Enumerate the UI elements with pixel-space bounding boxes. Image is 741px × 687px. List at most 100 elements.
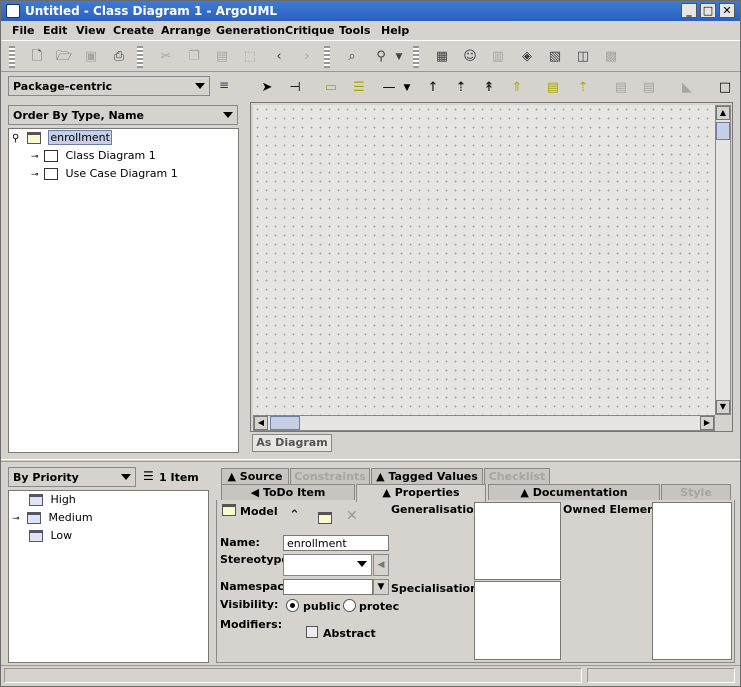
scroll-right-icon[interactable]: ▶: [700, 416, 714, 430]
new-sequence-diagram-icon[interactable]: ▧: [545, 47, 565, 67]
generalisations-list[interactable]: [474, 502, 561, 580]
order-select[interactable]: Order By Type, Name: [8, 105, 238, 125]
association-icon[interactable]: —: [379, 78, 399, 98]
namespace-dropdown-icon[interactable]: ▼: [373, 579, 389, 595]
todo-priority-low[interactable]: Low: [29, 528, 72, 544]
tree-node-usecase-diagram[interactable]: ⊸ Use Case Diagram 1: [31, 166, 178, 182]
open-folder-icon[interactable]: 🗁: [54, 47, 74, 67]
name-field[interactable]: enrollment: [283, 535, 389, 551]
dependency-icon[interactable]: ⇡: [451, 78, 471, 98]
visibility-public-radio[interactable]: [286, 599, 299, 612]
visibility-label: Visibility:: [220, 598, 279, 611]
menu-view[interactable]: View: [76, 24, 106, 37]
todo-priority-medium[interactable]: ⊸ Medium: [12, 510, 93, 526]
new-class-diagram-icon[interactable]: ▦: [432, 47, 452, 67]
tab-constraints[interactable]: Constraints: [290, 468, 370, 484]
tab-style[interactable]: Style: [661, 484, 731, 500]
tab-todo-item[interactable]: ◀ ToDo Item: [221, 484, 355, 500]
minimize-button[interactable]: _: [681, 3, 697, 18]
new-activity-diagram-icon[interactable]: ◈: [517, 47, 537, 67]
save-icon[interactable]: ▣: [81, 47, 101, 67]
todo-sort-select[interactable]: By Priority: [8, 467, 136, 487]
new-usecase-diagram-icon[interactable]: ☺: [460, 47, 480, 67]
menu-arrange[interactable]: Arrange: [161, 24, 211, 37]
new-interface-icon[interactable]: ▤: [543, 78, 563, 98]
package-icon: [26, 132, 41, 144]
rectangle-icon[interactable]: □: [715, 78, 735, 98]
menu-help[interactable]: Help: [381, 24, 409, 37]
tab-label: Style: [680, 486, 712, 499]
perspective-select[interactable]: Package-centric: [8, 76, 210, 96]
owned-elements-list[interactable]: [652, 502, 732, 660]
menu-create[interactable]: Create: [113, 24, 154, 37]
add-attribute-icon[interactable]: ▤: [611, 78, 631, 98]
paste-icon[interactable]: ▤: [212, 47, 232, 67]
tree-expand-icon[interactable]: ⚲: [12, 133, 19, 144]
tab-source[interactable]: ▲ Source: [221, 468, 289, 484]
cut-icon[interactable]: ✂: [156, 47, 176, 67]
diagram-horizontal-scrollbar[interactable]: ◀ ▶: [253, 415, 715, 431]
new-file-icon[interactable]: 🗋: [27, 47, 47, 67]
scroll-down-icon[interactable]: ▼: [716, 400, 730, 414]
tree-node-class-diagram[interactable]: ⊸ Class Diagram 1: [31, 148, 156, 164]
horizontal-splitter[interactable]: [1, 459, 740, 462]
app-icon: [6, 4, 20, 18]
new-deployment-diagram-icon[interactable]: ▩: [601, 47, 621, 67]
association-dropdown-icon[interactable]: ▼: [397, 78, 417, 98]
diagram-vertical-scrollbar[interactable]: ▲ ▼: [715, 105, 731, 415]
back-icon[interactable]: ‹: [269, 47, 289, 67]
stereotype-select[interactable]: [283, 554, 372, 576]
remove-from-diagram-icon[interactable]: ⬚: [240, 47, 260, 67]
tab-as-diagram[interactable]: As Diagram: [252, 434, 332, 452]
diagram-canvas[interactable]: [253, 105, 715, 415]
generalization-icon[interactable]: ↑: [423, 78, 443, 98]
select-arrow-icon[interactable]: ➤: [257, 78, 277, 98]
todo-priority-high[interactable]: High: [29, 492, 76, 508]
add-operation-icon[interactable]: ▤: [639, 78, 659, 98]
close-button[interactable]: ✕: [719, 3, 735, 18]
menu-tools[interactable]: Tools: [339, 24, 370, 37]
tab-label: Properties: [394, 486, 460, 499]
broom-icon[interactable]: ⊣: [285, 78, 305, 98]
maximize-button[interactable]: □: [700, 3, 716, 18]
print-icon[interactable]: ⎙: [109, 47, 129, 67]
vertical-scroll-thumb[interactable]: [716, 122, 730, 140]
copy-icon[interactable]: ❐: [184, 47, 204, 67]
menu-edit[interactable]: Edit: [43, 24, 67, 37]
menu-critique[interactable]: Critique: [285, 24, 334, 37]
new-state-diagram-icon[interactable]: ▥: [488, 47, 508, 67]
todo-list-icon: ☰: [143, 469, 154, 483]
new-package-icon[interactable]: ▭: [321, 78, 341, 98]
window-title: Untitled - Class Diagram 1 - ArgoUML: [25, 4, 278, 18]
zoom-icon[interactable]: ⚲: [371, 47, 391, 67]
forward-icon[interactable]: ›: [297, 47, 317, 67]
specialisations-list[interactable]: [474, 581, 561, 660]
tab-tagged-values[interactable]: ▲ Tagged Values: [371, 468, 483, 484]
namespace-field[interactable]: [283, 579, 373, 595]
navigate-up-icon[interactable]: ⌃: [289, 509, 300, 522]
tree-node-enrollment[interactable]: ⚲ enrollment: [12, 130, 112, 146]
usage-icon[interactable]: ↟: [479, 78, 499, 98]
comment-icon[interactable]: ◣: [677, 78, 697, 98]
menu-generation[interactable]: Generation: [216, 24, 285, 37]
tree-expand-icon[interactable]: ⊸: [12, 514, 20, 524]
new-interface-realization-icon[interactable]: ⇡: [573, 78, 593, 98]
menu-file[interactable]: File: [12, 24, 35, 37]
horizontal-scroll-thumb[interactable]: [270, 416, 300, 430]
zoom-dropdown-icon[interactable]: ▼: [389, 47, 409, 67]
stereotype-nav-button[interactable]: ◀: [373, 554, 389, 576]
new-collaboration-diagram-icon[interactable]: ◫: [573, 47, 593, 67]
perspective-config-icon[interactable]: ≡: [219, 79, 233, 93]
visibility-protected-radio[interactable]: [343, 599, 356, 612]
find-binoculars-icon[interactable]: ⌕: [342, 47, 362, 67]
abstract-checkbox[interactable]: [306, 626, 318, 638]
class-diagram-icon: [44, 150, 59, 162]
new-class-icon[interactable]: ☰: [349, 78, 369, 98]
tab-checklist[interactable]: Checklist: [484, 468, 550, 484]
new-package-icon[interactable]: [318, 512, 332, 524]
tab-documentation[interactable]: ▲ Documentation: [488, 484, 660, 500]
delete-icon[interactable]: ✕: [346, 509, 358, 523]
realization-icon[interactable]: ⇑: [507, 78, 527, 98]
scroll-up-icon[interactable]: ▲: [716, 106, 730, 120]
scroll-left-icon[interactable]: ◀: [254, 416, 268, 430]
